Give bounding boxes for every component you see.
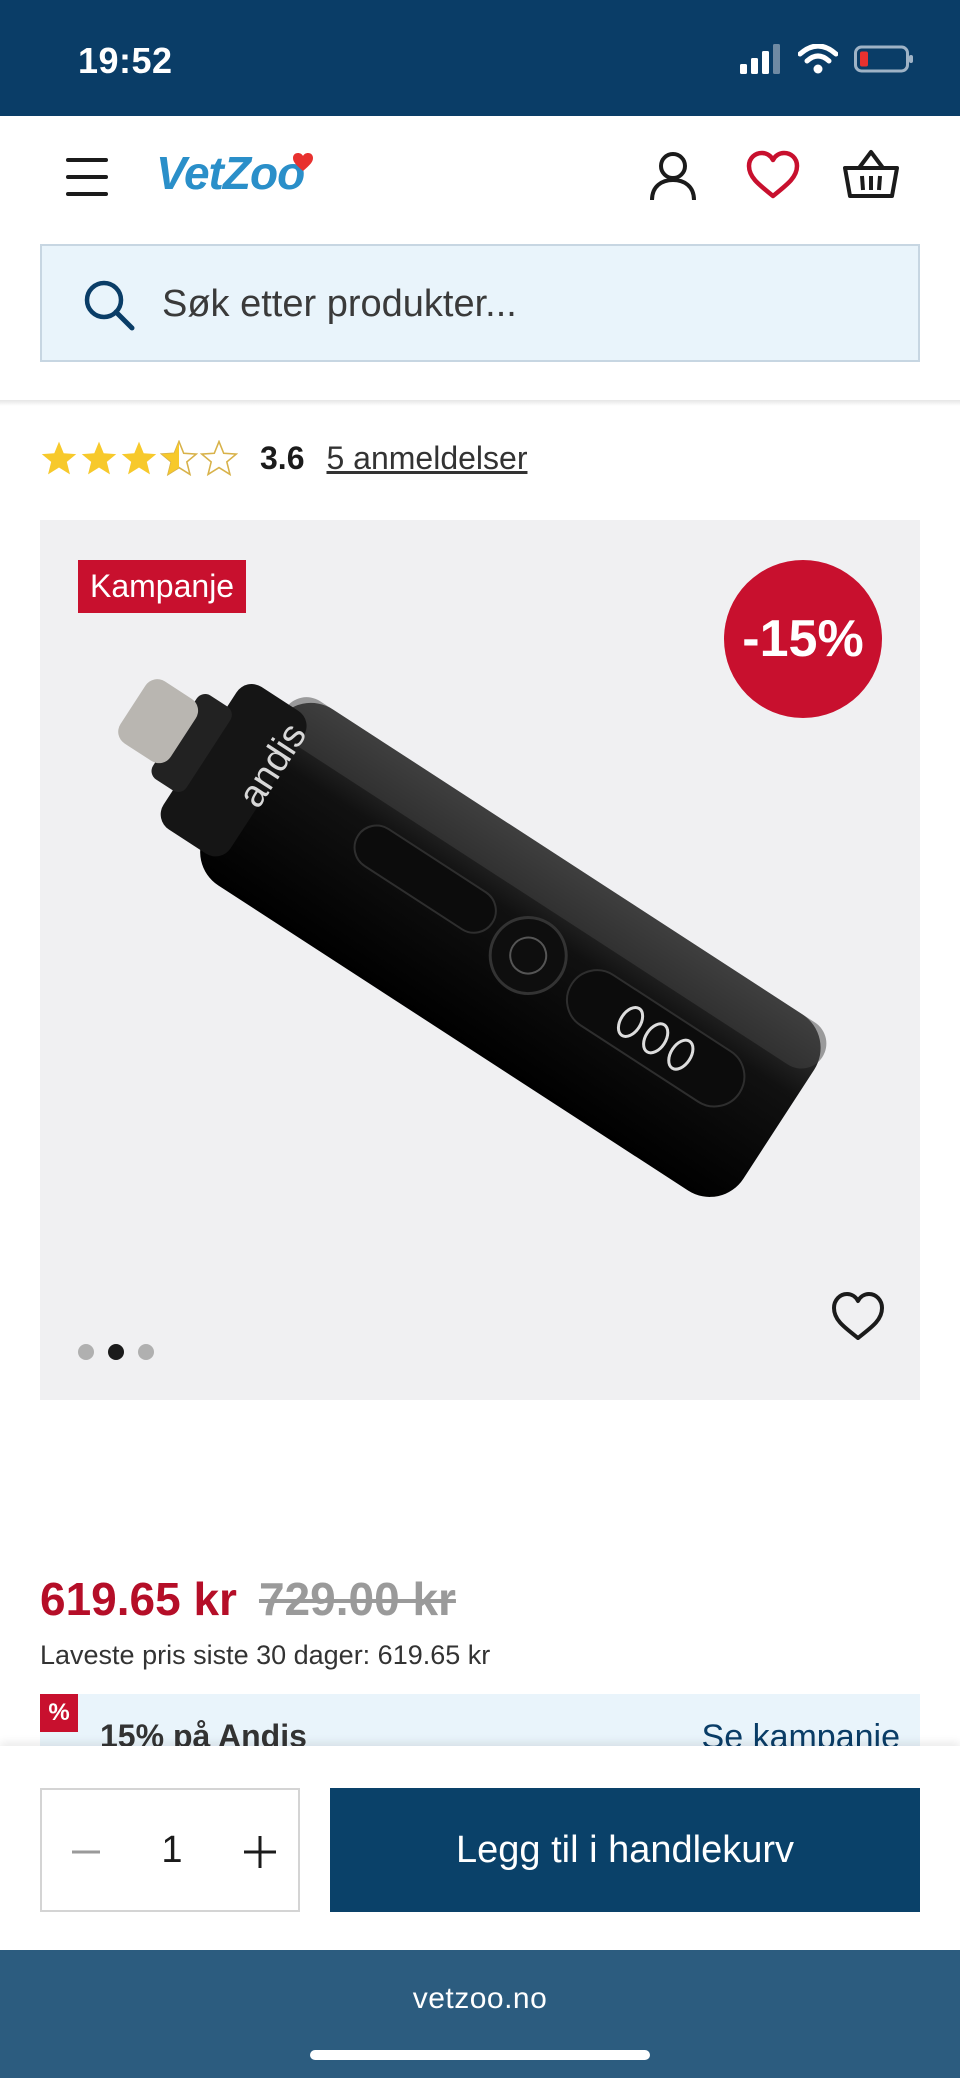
rating-row: 3.6 5 anmeldelser <box>40 428 527 488</box>
campaign-badge: Kampanje <box>78 560 247 613</box>
status-time: 19:52 <box>78 40 173 81</box>
wifi-icon <box>798 44 838 74</box>
browser-url[interactable]: vetzoo.no <box>0 1982 960 2016</box>
battery-icon <box>854 45 913 73</box>
status-icons <box>740 44 914 74</box>
add-to-cart-button[interactable]: Legg til i handlekurv <box>330 1788 920 1912</box>
menu-line <box>66 192 108 196</box>
rating-value: 3.6 <box>260 439 305 476</box>
minus-icon[interactable] <box>64 1830 108 1874</box>
original-price: 729.00 kr <box>258 1573 456 1625</box>
logo-heart-icon <box>293 153 313 171</box>
site-header: VetZoo <box>0 116 960 244</box>
menu-line <box>66 175 108 179</box>
discount-badge: -15% <box>724 560 882 718</box>
quantity-stepper <box>40 1788 300 1912</box>
star-half-icon <box>160 440 198 476</box>
product-image-gallery[interactable]: andis Kampanje -15% <box>40 520 920 1400</box>
gallery-dot[interactable] <box>78 1344 94 1360</box>
favorite-heart-icon[interactable] <box>830 1290 886 1342</box>
user-icon[interactable] <box>644 146 702 204</box>
price-row: 619.65 kr 729.00 kr <box>40 1572 456 1626</box>
star-full-icon <box>81 441 117 475</box>
add-to-cart-bar: Legg til i handlekurv <box>0 1746 960 1950</box>
reviews-link[interactable]: 5 anmeldelser <box>326 440 527 477</box>
home-indicator[interactable] <box>310 2050 650 2060</box>
search-icon <box>84 280 135 331</box>
quantity-input[interactable] <box>142 1820 202 1880</box>
search-bar[interactable] <box>40 244 920 362</box>
star-full-icon <box>121 441 157 475</box>
menu-line <box>66 158 108 162</box>
product-title-clipped: ​ <box>40 370 920 410</box>
browser-bar: vetzoo.no <box>0 1950 960 2078</box>
star-full-icon <box>41 441 77 475</box>
lowest-price-note: Laveste pris siste 30 dager: 619.65 kr <box>40 1640 491 1670</box>
plus-icon[interactable] <box>238 1830 282 1874</box>
status-bar: 19:52 <box>0 0 960 116</box>
search-input[interactable] <box>162 276 862 332</box>
menu-button[interactable] <box>62 156 112 202</box>
gallery-dot-active[interactable] <box>108 1344 124 1360</box>
vetzoo-logo[interactable]: VetZoo <box>156 146 305 200</box>
gallery-dots <box>78 1344 154 1360</box>
rating-stars <box>40 440 238 476</box>
signal-icon <box>740 44 780 74</box>
heart-icon[interactable] <box>744 146 802 204</box>
gallery-dot[interactable] <box>138 1344 154 1360</box>
basket-icon[interactable] <box>842 146 900 204</box>
percent-badge: % <box>40 1694 78 1732</box>
star-empty-icon <box>200 440 238 476</box>
current-price: 619.65 kr <box>40 1573 237 1625</box>
campaign-strip[interactable]: % 15% på Andis Se kampanje <box>40 1694 920 1750</box>
